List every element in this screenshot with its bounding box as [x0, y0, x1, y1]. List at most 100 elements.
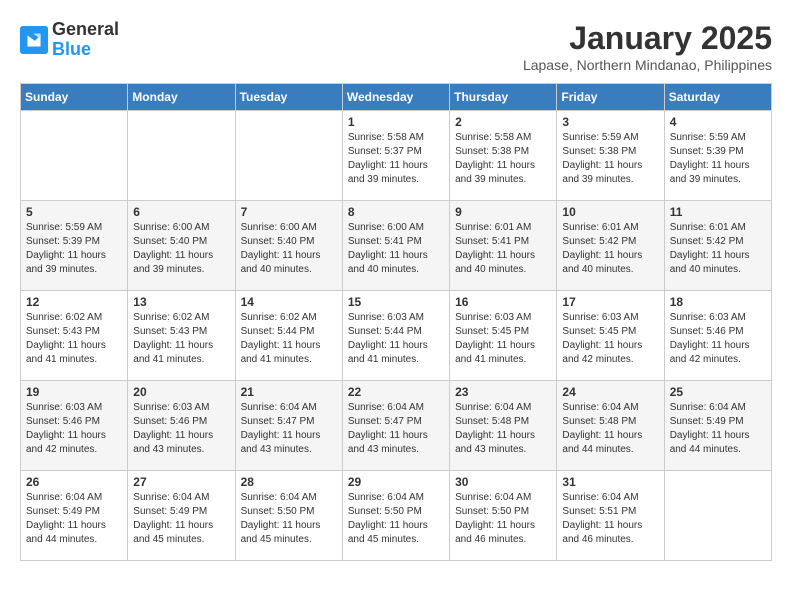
day-info: Sunrise: 6:02 AM Sunset: 5:44 PM Dayligh… — [241, 311, 337, 367]
calendar-cell: 31 Sunrise: 6:04 AM Sunset: 5:51 PM Dayli… — [557, 471, 664, 561]
day-info: Sunrise: 6:04 AM Sunset: 5:50 PM Dayligh… — [348, 491, 444, 547]
day-number: 26 — [26, 475, 122, 489]
day-number: 1 — [348, 115, 444, 129]
day-number: 9 — [455, 205, 551, 219]
calendar-table: SundayMondayTuesdayWednesdayThursdayFrid… — [20, 83, 772, 561]
day-number: 2 — [455, 115, 551, 129]
day-info: Sunrise: 6:01 AM Sunset: 5:41 PM Dayligh… — [455, 221, 551, 277]
day-number: 25 — [670, 385, 766, 399]
calendar-cell: 3 Sunrise: 5:59 AM Sunset: 5:38 PM Daylig… — [557, 111, 664, 201]
day-info: Sunrise: 5:59 AM Sunset: 5:39 PM Dayligh… — [26, 221, 122, 277]
day-number: 14 — [241, 295, 337, 309]
day-number: 27 — [133, 475, 229, 489]
calendar-cell: 11 Sunrise: 6:01 AM Sunset: 5:42 PM Dayli… — [664, 201, 771, 291]
calendar-cell: 21Sunrise: 6:04 AM Sunset: 5:47 PM Dayli… — [235, 381, 342, 471]
calendar-week-row: 26 Sunrise: 6:04 AM Sunset: 5:49 PM Dayli… — [21, 471, 772, 561]
day-info: Sunrise: 6:01 AM Sunset: 5:42 PM Dayligh… — [670, 221, 766, 277]
day-number: 18 — [670, 295, 766, 309]
weekday-header: Tuesday — [235, 84, 342, 111]
calendar-cell: 20 Sunrise: 6:03 AM Sunset: 5:46 PM Dayli… — [128, 381, 235, 471]
day-number: 28 — [241, 475, 337, 489]
day-number: 11 — [670, 205, 766, 219]
day-number: 17 — [562, 295, 658, 309]
day-number: 15 — [348, 295, 444, 309]
calendar-cell: 18 Sunrise: 6:03 AM Sunset: 5:46 PM Dayli… — [664, 291, 771, 381]
calendar-cell: 30 Sunrise: 6:04 AM Sunset: 5:50 PM Dayli… — [450, 471, 557, 561]
day-info: Sunrise: 6:03 AM Sunset: 5:46 PM Dayligh… — [670, 311, 766, 367]
day-number: 6 — [133, 205, 229, 219]
day-number: 22 — [348, 385, 444, 399]
day-number: 8 — [348, 205, 444, 219]
location: Lapase, Northern Mindanao, Philippines — [523, 57, 772, 73]
day-number: 31 — [562, 475, 658, 489]
day-info: Sunrise: 6:04 AM Sunset: 5:49 PM Dayligh… — [26, 491, 122, 547]
calendar-cell: 29 Sunrise: 6:04 AM Sunset: 5:50 PM Dayli… — [342, 471, 449, 561]
calendar-cell — [128, 111, 235, 201]
weekday-header: Thursday — [450, 84, 557, 111]
day-number: 10 — [562, 205, 658, 219]
calendar-cell: 2Sunrise: 5:58 AM Sunset: 5:38 PM Daylig… — [450, 111, 557, 201]
calendar-cell: 7 Sunrise: 6:00 AM Sunset: 5:40 PM Daylig… — [235, 201, 342, 291]
day-info: Sunrise: 6:03 AM Sunset: 5:45 PM Dayligh… — [455, 311, 551, 367]
day-number: 4 — [670, 115, 766, 129]
day-info: Sunrise: 6:00 AM Sunset: 5:40 PM Dayligh… — [241, 221, 337, 277]
month-title: January 2025 — [523, 20, 772, 57]
day-number: 3 — [562, 115, 658, 129]
day-number: 24 — [562, 385, 658, 399]
day-info: Sunrise: 6:00 AM Sunset: 5:41 PM Dayligh… — [348, 221, 444, 277]
calendar-week-row: 5Sunrise: 5:59 AM Sunset: 5:39 PM Daylig… — [21, 201, 772, 291]
weekday-header: Saturday — [664, 84, 771, 111]
calendar-cell — [664, 471, 771, 561]
calendar-cell: 23 Sunrise: 6:04 AM Sunset: 5:48 PM Dayli… — [450, 381, 557, 471]
day-info: Sunrise: 6:00 AM Sunset: 5:40 PM Dayligh… — [133, 221, 229, 277]
calendar-week-row: 19 Sunrise: 6:03 AM Sunset: 5:46 PM Dayli… — [21, 381, 772, 471]
calendar-cell: 22 Sunrise: 6:04 AM Sunset: 5:47 PM Dayli… — [342, 381, 449, 471]
day-info: Sunrise: 6:04 AM Sunset: 5:48 PM Dayligh… — [455, 401, 551, 457]
calendar-cell: 24 Sunrise: 6:04 AM Sunset: 5:48 PM Dayli… — [557, 381, 664, 471]
day-number: 7 — [241, 205, 337, 219]
day-info: Sunrise: 6:01 AM Sunset: 5:42 PM Dayligh… — [562, 221, 658, 277]
day-info: Sunrise: 6:02 AM Sunset: 5:43 PM Dayligh… — [26, 311, 122, 367]
day-number: 12 — [26, 295, 122, 309]
calendar-cell — [235, 111, 342, 201]
logo-icon — [20, 26, 48, 54]
day-number: 23 — [455, 385, 551, 399]
calendar-cell: 8 Sunrise: 6:00 AM Sunset: 5:41 PM Daylig… — [342, 201, 449, 291]
calendar-cell — [21, 111, 128, 201]
calendar-cell: 6 Sunrise: 6:00 AM Sunset: 5:40 PM Daylig… — [128, 201, 235, 291]
day-info: Sunrise: 6:02 AM Sunset: 5:43 PM Dayligh… — [133, 311, 229, 367]
day-number: 30 — [455, 475, 551, 489]
weekday-header: Friday — [557, 84, 664, 111]
calendar-cell: 12 Sunrise: 6:02 AM Sunset: 5:43 PM Dayli… — [21, 291, 128, 381]
day-info: Sunrise: 6:04 AM Sunset: 5:50 PM Dayligh… — [455, 491, 551, 547]
day-info: Sunrise: 6:03 AM Sunset: 5:44 PM Dayligh… — [348, 311, 444, 367]
day-number: 20 — [133, 385, 229, 399]
calendar-cell: 9 Sunrise: 6:01 AM Sunset: 5:41 PM Daylig… — [450, 201, 557, 291]
day-info: Sunrise: 5:59 AM Sunset: 5:38 PM Dayligh… — [562, 131, 658, 187]
day-number: 29 — [348, 475, 444, 489]
calendar-cell: 28Sunrise: 6:04 AM Sunset: 5:50 PM Dayli… — [235, 471, 342, 561]
day-info: Sunrise: 6:04 AM Sunset: 5:47 PM Dayligh… — [348, 401, 444, 457]
day-number: 19 — [26, 385, 122, 399]
calendar-cell: 1 Sunrise: 5:58 AM Sunset: 5:37 PM Daylig… — [342, 111, 449, 201]
calendar-cell: 10 Sunrise: 6:01 AM Sunset: 5:42 PM Dayli… — [557, 201, 664, 291]
calendar-cell: 5Sunrise: 5:59 AM Sunset: 5:39 PM Daylig… — [21, 201, 128, 291]
day-info: Sunrise: 6:03 AM Sunset: 5:46 PM Dayligh… — [26, 401, 122, 457]
calendar-cell: 17Sunrise: 6:03 AM Sunset: 5:45 PM Dayli… — [557, 291, 664, 381]
weekday-header: Wednesday — [342, 84, 449, 111]
logo: General Blue — [20, 20, 119, 60]
calendar-cell: 19 Sunrise: 6:03 AM Sunset: 5:46 PM Dayli… — [21, 381, 128, 471]
weekday-header: Monday — [128, 84, 235, 111]
calendar-cell: 16Sunrise: 6:03 AM Sunset: 5:45 PM Dayli… — [450, 291, 557, 381]
calendar-cell: 13 Sunrise: 6:02 AM Sunset: 5:43 PM Dayli… — [128, 291, 235, 381]
page-header: General Blue January 2025 Lapase, Northe… — [20, 20, 772, 73]
day-number: 13 — [133, 295, 229, 309]
day-info: Sunrise: 6:04 AM Sunset: 5:51 PM Dayligh… — [562, 491, 658, 547]
day-info: Sunrise: 6:03 AM Sunset: 5:46 PM Dayligh… — [133, 401, 229, 457]
day-info: Sunrise: 6:04 AM Sunset: 5:48 PM Dayligh… — [562, 401, 658, 457]
calendar-cell: 27Sunrise: 6:04 AM Sunset: 5:49 PM Dayli… — [128, 471, 235, 561]
calendar-cell: 26 Sunrise: 6:04 AM Sunset: 5:49 PM Dayli… — [21, 471, 128, 561]
day-info: Sunrise: 5:58 AM Sunset: 5:37 PM Dayligh… — [348, 131, 444, 187]
calendar-week-row: 12 Sunrise: 6:02 AM Sunset: 5:43 PM Dayli… — [21, 291, 772, 381]
title-block: January 2025 Lapase, Northern Mindanao, … — [523, 20, 772, 73]
